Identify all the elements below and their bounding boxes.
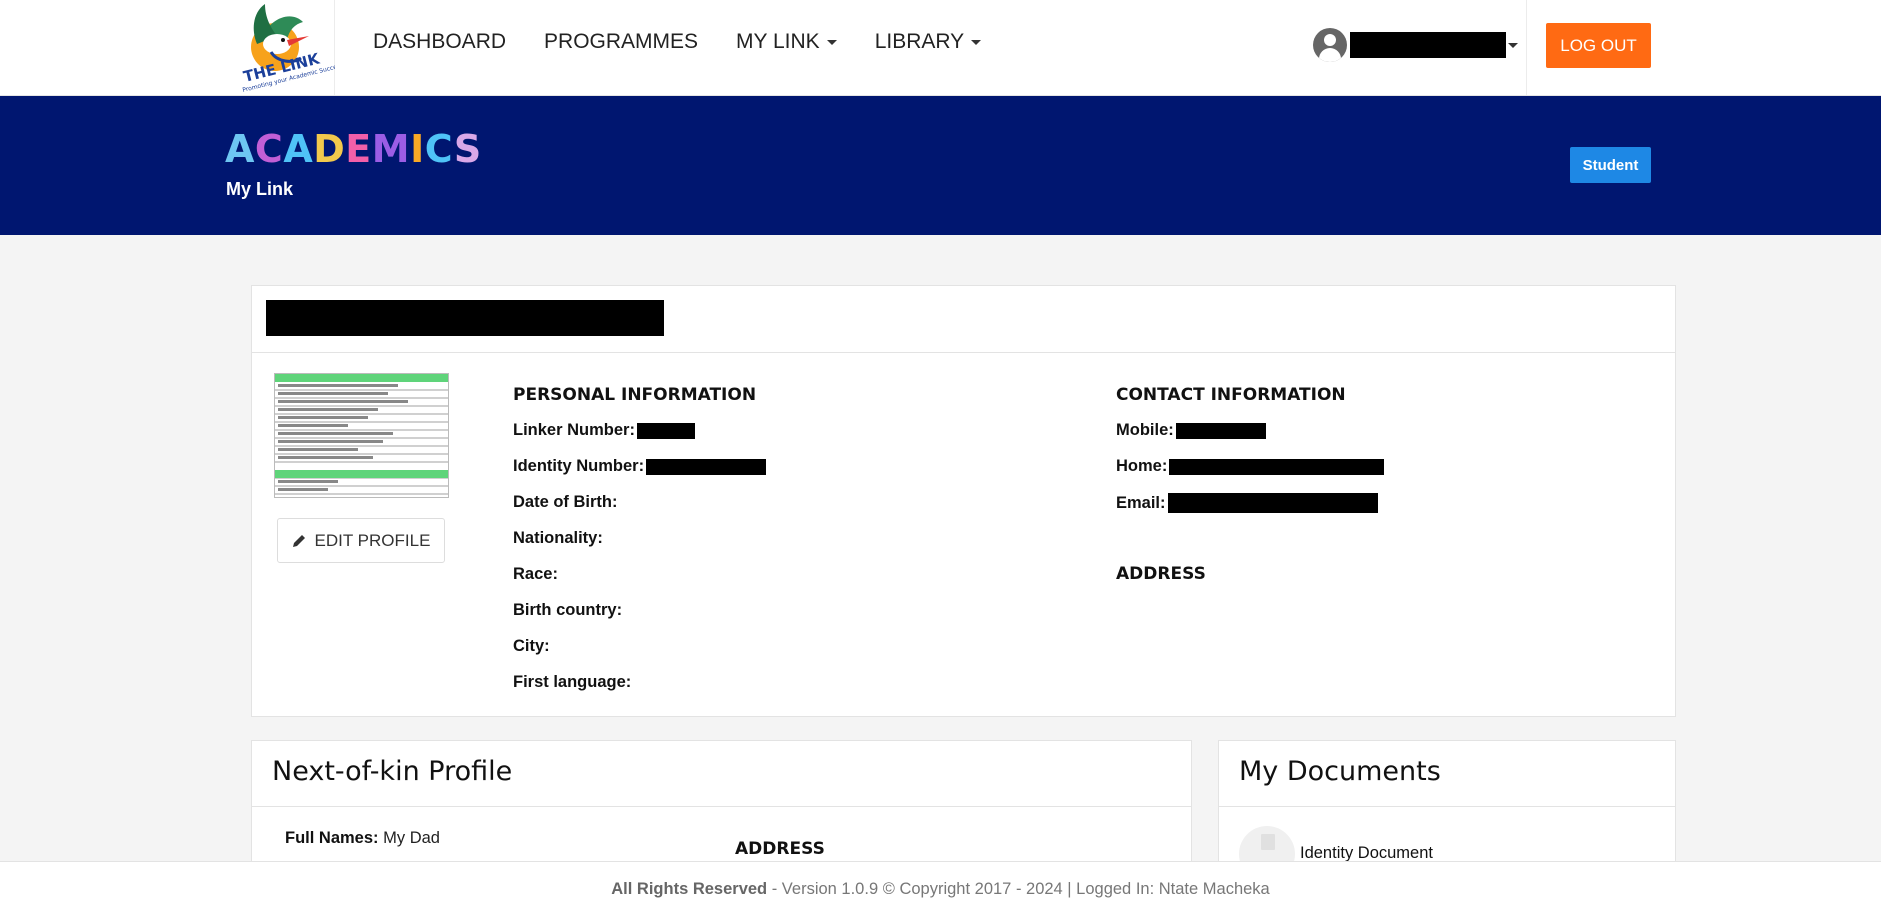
caret-down-icon (1508, 42, 1518, 48)
page-subtitle: My Link (226, 179, 294, 199)
page-footer: All Rights Reserved - Version 1.0.9 © Co… (0, 861, 1881, 915)
field-label: Mobile: (1116, 421, 1174, 439)
title-letter: I (410, 127, 425, 171)
footer-version: - Version 1.0.9 © Copyright 2017 - 2024 … (767, 880, 1270, 898)
race-field: Race: (513, 565, 558, 584)
field-label: Email: (1116, 493, 1166, 512)
next-of-kin-title: Next-of-kin Profile (272, 756, 513, 787)
nav-library-dropdown[interactable]: LIBRARY (875, 30, 982, 54)
divider (1219, 806, 1675, 807)
caret-down-icon (826, 39, 837, 45)
redacted-value (1175, 422, 1266, 439)
my-documents-title: My Documents (1239, 756, 1441, 787)
kin-address-heading: ADDRESS (735, 839, 825, 859)
footer-rights: All Rights Reserved (611, 880, 768, 898)
caret-down-icon (971, 39, 982, 45)
title-letter: D (313, 127, 346, 171)
field-label: Home: (1116, 457, 1168, 475)
edit-profile-button[interactable]: EDIT PROFILE (277, 518, 445, 563)
identity-number-field: Identity Number: (513, 457, 767, 476)
role-badge[interactable]: Student (1570, 147, 1651, 183)
home-field: Home: (1116, 457, 1385, 476)
title-letter: M (371, 127, 411, 171)
field-label: First language: (513, 673, 632, 691)
main-nav: DASHBOARD PROGRAMMES MY LINK LIBRARY (373, 30, 982, 54)
redacted-value (636, 422, 695, 439)
field-label: Linker Number: (513, 421, 635, 439)
nav-my-link-dropdown[interactable]: MY LINK (736, 30, 837, 54)
logo-text-graphic: THE LINK Promoting your Academic Success (242, 49, 335, 94)
nav-programmes[interactable]: PROGRAMMES (544, 30, 698, 54)
first-language-field: First language: (513, 673, 631, 692)
page-banner: ACADEMICS My Link Student (0, 96, 1881, 235)
edit-profile-label: EDIT PROFILE (314, 530, 431, 550)
nav-dashboard-label: DASHBOARD (373, 30, 507, 53)
nav-my-link-label: MY LINK (736, 30, 820, 53)
page-title: ACADEMICS (225, 127, 482, 171)
nav-programmes-label: PROGRAMMES (544, 30, 699, 53)
kin-full-names-value: My Dad (383, 829, 440, 847)
profile-card: EDIT PROFILE PERSONAL INFORMATION Linker… (251, 285, 1676, 717)
profile-photo (274, 373, 449, 498)
personal-info-heading: PERSONAL INFORMATION (513, 385, 757, 405)
top-navbar: THE LINK Promoting your Academic Success… (0, 0, 1881, 96)
linker-number-field: Linker Number: (513, 421, 695, 440)
field-label: Birth country: (513, 601, 623, 619)
the-link-logo[interactable]: THE LINK Promoting your Academic Success (231, 0, 335, 95)
redacted-value (1167, 493, 1378, 513)
contact-info-heading: CONTACT INFORMATION (1116, 385, 1346, 405)
email-field: Email: (1116, 493, 1378, 513)
field-label: Date of Birth: (513, 493, 618, 511)
profile-card-header (252, 286, 1675, 353)
title-letter: C (424, 127, 454, 171)
redacted-value (646, 458, 767, 475)
field-label: Nationality: (513, 529, 603, 547)
field-label: City: (513, 637, 550, 655)
divider (252, 806, 1191, 807)
logout-button[interactable]: LOG OUT (1546, 23, 1651, 68)
mobile-field: Mobile: (1116, 421, 1266, 440)
field-label: Identity Number: (513, 457, 645, 475)
title-letter: A (283, 127, 314, 171)
city-field: City: (513, 637, 550, 656)
profile-image-placeholder (275, 374, 448, 495)
title-letter: C (254, 127, 284, 171)
redacted-full-name (266, 300, 664, 336)
kin-full-names-field: Full Names: My Dad (285, 829, 440, 848)
redacted-user-name (1350, 32, 1506, 58)
nav-dashboard[interactable]: DASHBOARD (373, 30, 506, 54)
title-letter: E (345, 127, 372, 171)
title-letter: A (225, 127, 255, 171)
nav-library-label: LIBRARY (874, 30, 965, 53)
address-heading: ADDRESS (1116, 564, 1206, 584)
date-of-birth-field: Date of Birth: (513, 493, 618, 512)
nav-divider (1526, 0, 1527, 95)
birth-country-field: Birth country: (513, 601, 622, 620)
user-menu[interactable] (1313, 28, 1518, 62)
pencil-icon (292, 534, 305, 547)
user-avatar-icon (1313, 28, 1347, 62)
nationality-field: Nationality: (513, 529, 603, 548)
redacted-value (1169, 458, 1385, 475)
field-label: Race: (513, 565, 558, 583)
title-letter: S (453, 127, 482, 171)
field-label: Full Names: (285, 829, 379, 847)
